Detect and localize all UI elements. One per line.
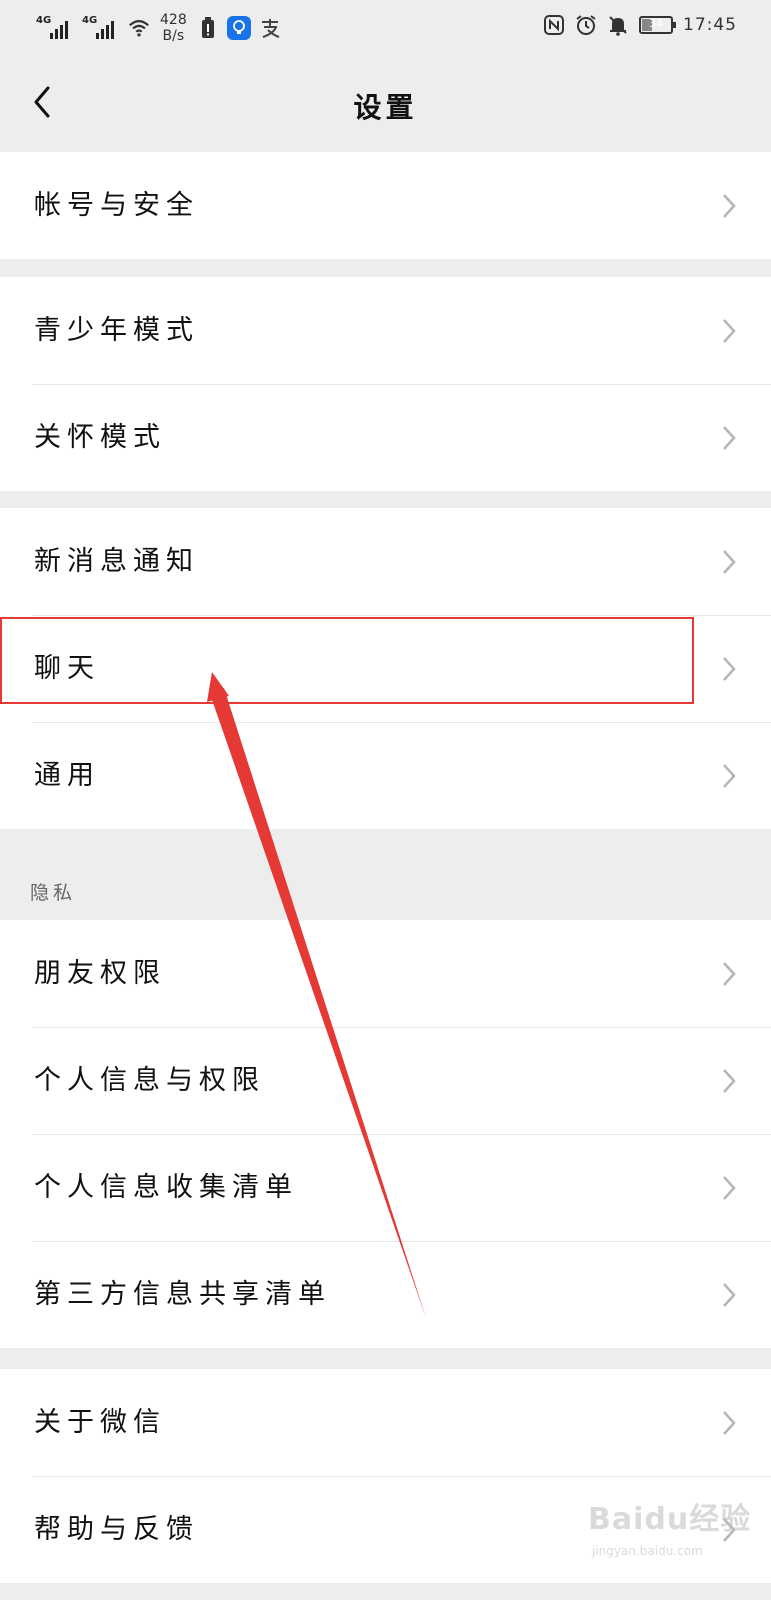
chevron-right-icon: [723, 1069, 736, 1093]
settings-item-label: 青少年模式: [34, 315, 199, 346]
battery-icon: 34: [639, 16, 676, 34]
settings-item-label: 关于微信: [34, 1407, 166, 1438]
settings-item-teen-mode[interactable]: 青少年模式: [0, 277, 771, 384]
settings-item-notifications[interactable]: 新消息通知: [0, 508, 771, 615]
settings-group-privacy: 朋友权限 个人信息与权限 个人信息收集清单 第三方信息共享清单: [0, 920, 771, 1348]
nfc-icon: [543, 14, 565, 36]
settings-item-account-security[interactable]: 帐号与安全: [0, 152, 771, 259]
settings-item-label: 帮助与反馈: [34, 1514, 199, 1545]
settings-item-info-collection-list[interactable]: 个人信息收集清单: [0, 1134, 771, 1241]
lightbulb-app-icon: [226, 16, 251, 40]
nav-bar: 设置: [0, 56, 771, 150]
chevron-right-icon: [723, 319, 736, 343]
signal-2-label: 4G: [82, 15, 98, 26]
mute-bell-icon: [607, 14, 629, 36]
net-speed-unit: B/s: [162, 28, 185, 44]
chevron-right-icon: [723, 1411, 736, 1435]
settings-item-label: 帐号与安全: [34, 190, 199, 221]
watermark-logo: Baidu经验: [588, 1502, 752, 1537]
chevron-right-icon: [723, 426, 736, 450]
settings-item-label: 通用: [34, 760, 100, 791]
battery-saver-icon: [197, 17, 219, 39]
settings-item-third-party-sharing-list[interactable]: 第三方信息共享清单: [0, 1241, 771, 1348]
settings-item-label: 第三方信息共享清单: [34, 1279, 331, 1310]
chevron-right-icon: [723, 962, 736, 986]
signal-icon: 4G: [36, 15, 74, 41]
settings-item-about-wechat[interactable]: 关于微信: [0, 1369, 771, 1476]
status-bar: 4G 4G 428 B/s 34 17:45: [0, 0, 771, 56]
baidu-watermark: Baidu经验 jingyan.baidu.com: [588, 1486, 758, 1566]
alipay-icon: [259, 17, 281, 39]
status-time: 17:45: [683, 15, 737, 35]
settings-item-care-mode[interactable]: 关怀模式: [0, 384, 771, 491]
settings-item-chat[interactable]: 聊天: [0, 615, 771, 722]
settings-item-label: 新消息通知: [34, 546, 199, 577]
settings-item-personal-info-permissions[interactable]: 个人信息与权限: [0, 1027, 771, 1134]
settings-group-account: 帐号与安全: [0, 152, 771, 259]
section-header-privacy: 隐私: [30, 882, 77, 904]
net-speed-value: 428: [160, 12, 187, 28]
settings-item-label: 个人信息与权限: [34, 1065, 265, 1096]
signal-1-label: 4G: [36, 15, 52, 26]
signal-icon: 4G: [82, 15, 120, 41]
page-title: 设置: [353, 91, 418, 124]
wifi-icon: [128, 17, 150, 39]
battery-level: 34: [649, 17, 663, 30]
chevron-right-icon: [723, 1176, 736, 1200]
settings-item-label: 个人信息收集清单: [34, 1172, 298, 1203]
settings-item-general[interactable]: 通用: [0, 722, 771, 829]
settings-item-label: 关怀模式: [34, 422, 166, 453]
chevron-right-icon: [723, 1283, 736, 1307]
settings-group-modes: 青少年模式 关怀模式: [0, 277, 771, 491]
settings-item-label: 聊天: [34, 653, 100, 684]
chevron-right-icon: [723, 657, 736, 681]
chevron-right-icon: [723, 194, 736, 218]
watermark-site: jingyan.baidu.com: [592, 1544, 703, 1558]
chevron-right-icon: [723, 550, 736, 574]
net-speed: 428 B/s: [160, 12, 187, 44]
settings-group-messages: 新消息通知 聊天 通用: [0, 508, 771, 829]
alarm-icon: [575, 14, 597, 36]
settings-item-friend-permissions[interactable]: 朋友权限: [0, 920, 771, 1027]
chevron-right-icon: [723, 764, 736, 788]
settings-item-label: 朋友权限: [34, 958, 166, 989]
